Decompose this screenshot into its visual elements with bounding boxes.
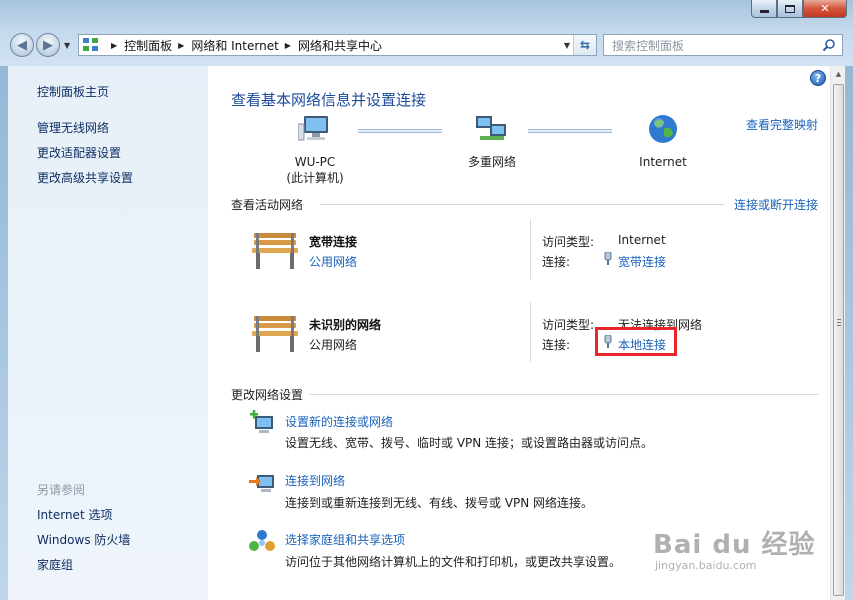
bench-icon <box>252 316 298 352</box>
map-node-internet: Internet <box>639 155 687 169</box>
refresh-icon: ⇆ <box>579 38 591 52</box>
access-type-label: 访问类型: <box>542 318 595 332</box>
main-content: 查看基本网络信息并设置连接 查看完整映射 WU-PC (此计算机) 多重网络 I… <box>208 66 830 600</box>
breadcrumb-control-panel[interactable]: 控制面板 <box>124 37 172 54</box>
forward-button[interactable]: ▶ <box>36 33 60 57</box>
sidebar-item-homegroup[interactable]: 家庭组 <box>37 556 73 573</box>
computer-name: WU-PC <box>294 155 336 169</box>
computer-icon <box>298 116 328 141</box>
window-frame: ✕ ◀ ▶ ▼ ▶ 控制面板 ▶ 网络和 Internet ▶ 网络和共享中心 … <box>0 0 853 66</box>
sidebar-item-internet-options[interactable]: Internet 选项 <box>37 506 112 523</box>
connection-link[interactable]: 宽带连接 <box>618 253 666 270</box>
navigation-bar: ◀ ▶ ▼ ▶ 控制面板 ▶ 网络和 Internet ▶ 网络和共享中心 ▼ … <box>0 30 853 60</box>
minimize-button[interactable] <box>751 0 777 18</box>
sidebar-item-manage-wireless[interactable]: 管理无线网络 <box>37 119 109 136</box>
sidebar: 控制面板主页 管理无线网络 更改适配器设置 更改高级共享设置 另请参阅 Inte… <box>8 66 208 600</box>
help-button[interactable]: ? <box>810 70 826 86</box>
sidebar-item-firewall[interactable]: Windows 防火墙 <box>37 531 130 548</box>
grip-line <box>837 322 841 323</box>
maximize-button[interactable] <box>777 0 803 18</box>
address-bar[interactable]: ▶ 控制面板 ▶ 网络和 Internet ▶ 网络和共享中心 ▼ ⇆ <box>78 34 597 56</box>
arrow-left-icon: ◀ <box>17 37 27 53</box>
chevron-right-icon: ▶ <box>178 40 185 50</box>
sidebar-item-home[interactable]: 控制面板主页 <box>37 83 109 100</box>
network-type-link[interactable]: 公用网络 <box>309 253 357 270</box>
computer-sub: (此计算机) <box>286 171 344 185</box>
access-type-value: Internet <box>618 233 666 247</box>
bench-icon <box>252 233 298 269</box>
map-node-network: 多重网络 <box>467 155 516 169</box>
active-networks-heading: 查看活动网络 <box>231 198 304 212</box>
new-connection-icon <box>250 410 273 433</box>
grip-line <box>837 319 841 320</box>
network-type: 公用网络 <box>309 338 358 352</box>
change-settings-heading: 更改网络设置 <box>231 388 304 402</box>
homegroup-icon <box>249 530 275 551</box>
refresh-button[interactable]: ⇆ <box>573 35 596 55</box>
see-full-map-link[interactable]: 查看完整映射 <box>746 116 818 133</box>
vertical-divider <box>530 302 531 362</box>
search-input[interactable]: 搜索控制面板 <box>603 34 843 56</box>
globe-icon <box>649 115 677 143</box>
section-divider <box>320 204 724 205</box>
connection-label: 连接: <box>542 255 571 269</box>
search-icon[interactable] <box>822 38 836 52</box>
multiple-networks-icon <box>476 116 506 140</box>
network-name: 宽带连接 <box>309 235 358 249</box>
sidebar-item-adapter-settings[interactable]: 更改适配器设置 <box>37 144 121 161</box>
network-name: 未识别的网络 <box>309 318 382 332</box>
help-icon: ? <box>814 71 822 85</box>
sidebar-item-advanced-sharing[interactable]: 更改高级共享设置 <box>37 169 133 186</box>
task-setup-connection[interactable]: 设置新的连接或网络 <box>285 413 393 430</box>
vertical-divider <box>530 219 531 279</box>
chevron-right-icon: ▶ <box>284 40 291 50</box>
map-node-computer: WU-PC (此计算机) <box>278 154 352 186</box>
task-desc: 设置无线、宽带、拨号、临时或 VPN 连接；或设置路由器或访问点。 <box>285 436 654 450</box>
vertical-scrollbar[interactable]: ▲ <box>830 66 845 600</box>
page-title: 查看基本网络信息并设置连接 <box>231 91 427 109</box>
chevron-right-icon: ▶ <box>111 40 118 50</box>
task-homegroup-sharing[interactable]: 选择家庭组和共享选项 <box>285 531 405 548</box>
network-center-icon <box>83 38 99 52</box>
task-desc: 连接到或重新连接到无线、有线、拨号或 VPN 网络连接。 <box>285 496 594 510</box>
section-divider <box>309 394 819 395</box>
recent-pages-dropdown[interactable]: ▼ <box>64 41 70 50</box>
task-connect-network[interactable]: 连接到网络 <box>285 472 345 489</box>
watermark-logo-text: Bai du 经验 <box>653 530 816 560</box>
connect-disconnect-link[interactable]: 连接或断开连接 <box>734 196 818 213</box>
highlight-box <box>595 327 677 356</box>
task-desc: 访问位于其他网络计算机上的文件和打印机，或更改共享设置。 <box>285 555 622 569</box>
caption-buttons: ✕ <box>751 0 847 18</box>
access-type-label: 访问类型: <box>542 235 595 249</box>
address-dropdown-icon[interactable]: ▼ <box>564 41 570 50</box>
baidu-watermark: Bai du 经验 jingyan.baidu.com <box>653 524 816 572</box>
breadcrumb-network-internet[interactable]: 网络和 Internet <box>191 37 278 54</box>
maximize-icon <box>785 4 795 13</box>
scroll-up-icon[interactable]: ▲ <box>831 66 846 82</box>
close-icon: ✕ <box>820 2 830 15</box>
arrow-right-icon: ▶ <box>43 37 53 53</box>
scroll-thumb[interactable] <box>833 84 844 596</box>
see-also-heading: 另请参阅 <box>37 483 86 497</box>
map-connector-line <box>528 129 612 133</box>
minimize-icon <box>759 10 769 13</box>
plug-icon <box>604 252 612 265</box>
close-button[interactable]: ✕ <box>803 0 847 18</box>
map-connector-line <box>358 129 442 133</box>
back-button[interactable]: ◀ <box>10 33 34 57</box>
connection-label: 连接: <box>542 338 571 352</box>
search-placeholder: 搜索控制面板 <box>612 38 685 53</box>
connect-network-icon <box>249 475 274 492</box>
breadcrumb-network-sharing-center[interactable]: 网络和共享中心 <box>298 37 382 54</box>
grip-line <box>837 325 841 326</box>
window-client: 控制面板主页 管理无线网络 更改适配器设置 更改高级共享设置 另请参阅 Inte… <box>8 66 845 600</box>
